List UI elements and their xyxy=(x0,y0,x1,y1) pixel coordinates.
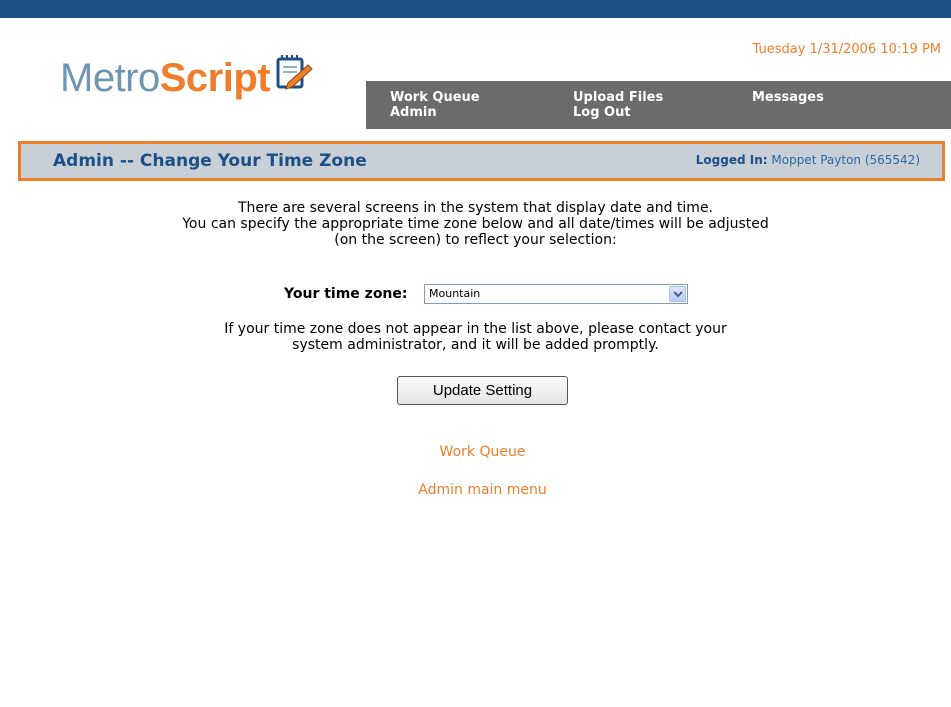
nav-log-out[interactable]: Log Out xyxy=(573,105,631,120)
nav-messages[interactable]: Messages xyxy=(752,90,824,105)
notepad-pencil-icon xyxy=(274,53,314,97)
intro-line: (on the screen) to reflect your selectio… xyxy=(334,232,617,248)
note-text: If your time zone does not appear in the… xyxy=(0,321,951,353)
intro-text: There are several screens in the system … xyxy=(0,200,951,248)
logged-in-user: Moppet Payton (565542) xyxy=(771,153,920,167)
main-nav: Work Queue Admin Upload Files Log Out Me… xyxy=(366,81,951,129)
nav-upload-files[interactable]: Upload Files xyxy=(573,90,663,105)
dropdown-arrow-icon[interactable] xyxy=(669,286,686,302)
timezone-select[interactable]: Mountain xyxy=(424,284,688,304)
metroscript-logo: Metro Script xyxy=(60,52,314,104)
logged-in-status: Logged In: Moppet Payton (565542) xyxy=(696,153,920,167)
intro-line: You can specify the appropriate time zon… xyxy=(182,216,769,232)
current-datetime: Tuesday 1/31/2006 10:19 PM xyxy=(752,42,941,57)
page-title: Admin -- Change Your Time Zone xyxy=(53,151,367,171)
logo-script-text: Script xyxy=(159,55,271,100)
nav-work-queue[interactable]: Work Queue xyxy=(390,90,480,105)
top-bar xyxy=(0,0,951,18)
logo-metro-text: Metro xyxy=(60,55,160,100)
admin-main-menu-link[interactable]: Admin main menu xyxy=(0,482,951,498)
timezone-label: Your time zone: xyxy=(284,286,408,302)
timezone-row: Your time zone: Mountain xyxy=(0,284,951,306)
work-queue-link[interactable]: Work Queue xyxy=(0,444,951,460)
note-line: system administrator, and it will be add… xyxy=(292,337,659,353)
note-line: If your time zone does not appear in the… xyxy=(224,321,727,337)
update-setting-button[interactable]: Update Setting xyxy=(397,376,568,405)
logged-in-label: Logged In: xyxy=(695,153,768,167)
timezone-selected-value: Mountain xyxy=(429,287,481,300)
nav-admin[interactable]: Admin xyxy=(390,105,437,120)
main-content: There are several screens in the system … xyxy=(0,200,951,498)
page-title-bar: Admin -- Change Your Time Zone Logged In… xyxy=(18,141,945,181)
intro-line: There are several screens in the system … xyxy=(237,200,714,216)
